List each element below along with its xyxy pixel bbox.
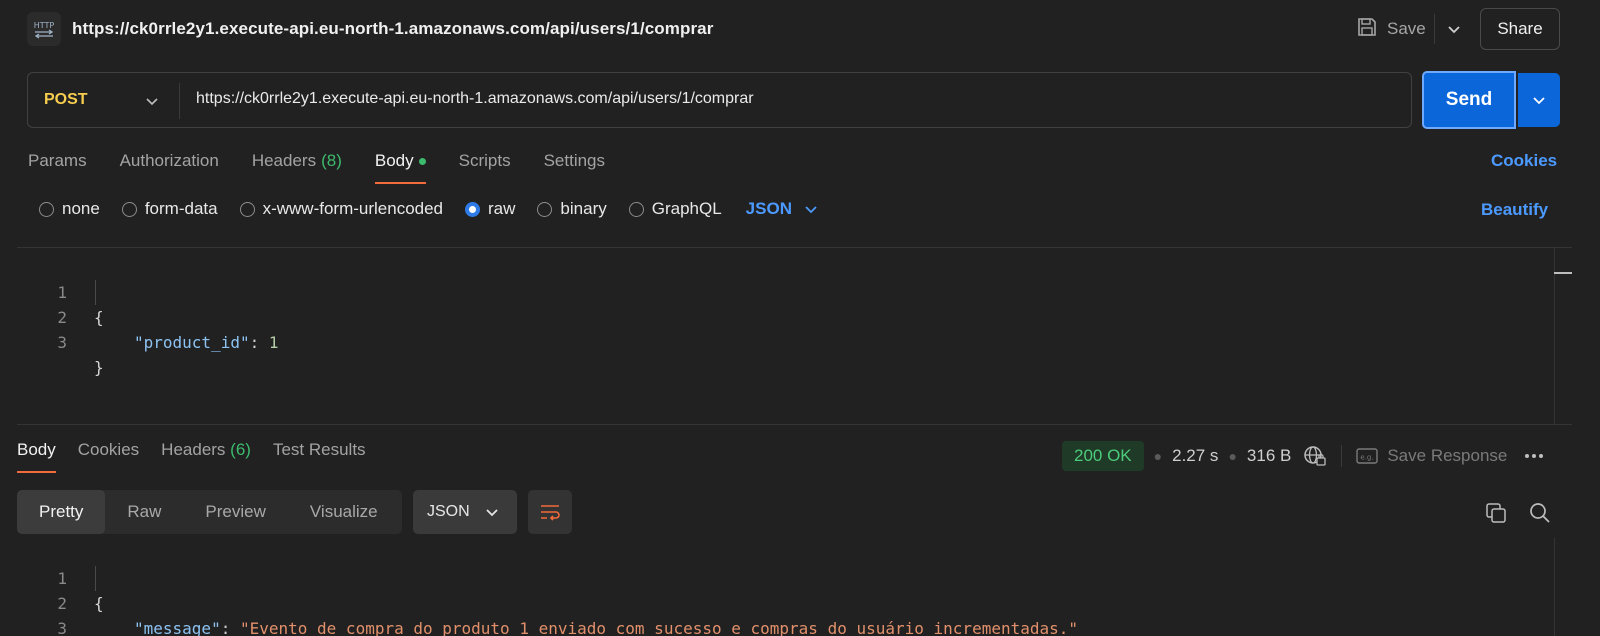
radio-form-data[interactable]: form-data [121,199,218,219]
wrap-lines-button[interactable] [528,490,572,534]
svg-text:HTTP: HTTP [34,21,55,30]
wrap-icon [541,505,560,521]
radio-circle [39,201,54,217]
view-visualize[interactable]: Visualize [288,490,400,534]
url-input[interactable] [196,90,1396,108]
save-response-button[interactable]: e.g. Save Response [1356,446,1507,466]
tab-response-body[interactable]: Body [17,440,56,473]
tab-test-results[interactable]: Test Results [273,440,366,470]
network-globe-icon[interactable] [1303,445,1327,467]
response-status: 200 OK ● 2.27 s ● 316 B e.g. Save Respon… [1062,441,1544,471]
headers-count: (8) [321,151,342,170]
url-bar: POST [27,72,1412,128]
radio-circle-checked [465,201,481,217]
save-label: Save [1387,19,1426,38]
view-preview[interactable]: Preview [183,490,287,534]
response-size[interactable]: 316 B [1247,446,1291,466]
send-options-button[interactable] [1518,73,1560,127]
save-options-button[interactable] [1437,12,1471,46]
chevron-down-icon [486,509,498,517]
tab-params[interactable]: Params [28,150,87,182]
http-icon: HTTP [27,12,61,46]
example-icon: e.g. [1356,448,1379,464]
search-icon[interactable] [1526,499,1554,527]
indent-guide [95,566,96,591]
response-scrollbar[interactable] [1554,538,1572,636]
request-body-editor[interactable]: 1 { 2 "product_id": 1 3 } [17,247,1572,425]
chevron-down-icon [805,206,817,214]
radio-circle [537,201,553,217]
tab-authorization[interactable]: Authorization [120,150,219,182]
send-button[interactable]: Send [1422,71,1516,129]
code-line: 2 "product_id": 1 [57,308,279,352]
tab-body[interactable]: Body [374,150,426,184]
radio-graphql[interactable]: GraphQL [628,199,722,219]
radio-raw[interactable]: raw [465,199,515,219]
code-line: 3 } [57,619,67,636]
response-body-viewer[interactable]: 1 { 2 "message": "Evento de compra do pr… [17,538,1572,636]
code-line: 1 { [57,569,104,613]
response-format-select[interactable]: JSON [413,490,517,534]
copy-icon[interactable] [1482,499,1510,527]
code-line: 3 } [57,333,104,377]
response-view-tabs: Pretty Raw Preview Visualize [17,490,402,534]
request-title[interactable]: https://ck0rrle2y1.execute-api.eu-north-… [72,19,713,39]
scroll-thumb[interactable] [1554,272,1572,274]
radio-urlencoded[interactable]: x-www-form-urlencoded [239,199,443,219]
status-divider [1341,445,1343,467]
body-type-selector: none form-data x-www-form-urlencoded raw… [39,199,818,219]
svg-text:e.g.: e.g. [1361,454,1374,462]
radio-circle [628,201,644,217]
save-divider [1434,14,1435,44]
tab-response-cookies[interactable]: Cookies [78,440,139,470]
request-tabs: Params Authorization Headers (8) Body Sc… [28,150,605,184]
code-line: 2 "message": "Evento de compra do produt… [57,594,1079,636]
tab-headers[interactable]: Headers (8) [252,150,342,182]
tab-scripts[interactable]: Scripts [459,150,511,182]
tab-settings[interactable]: Settings [544,150,605,182]
chevron-down-icon[interactable] [140,89,164,113]
view-pretty[interactable]: Pretty [17,490,106,534]
response-tabs: Body Cookies Headers (6) Test Results [17,440,366,473]
response-time[interactable]: 2.27 s [1172,446,1218,466]
radio-circle [239,201,255,217]
tab-response-headers[interactable]: Headers (6) [161,440,251,470]
radio-none[interactable]: none [39,199,100,219]
radio-circle [121,201,137,217]
method-select[interactable]: POST [44,91,88,109]
body-language-select[interactable]: JSON [746,199,818,219]
editor-scrollbar[interactable] [1554,248,1572,424]
share-button[interactable]: Share [1480,8,1560,50]
url-divider [179,83,180,119]
view-raw[interactable]: Raw [105,490,183,534]
cookies-link[interactable]: Cookies [1491,151,1557,171]
save-button[interactable]: Save [1356,12,1426,46]
chevron-down-icon [1448,26,1460,34]
beautify-button[interactable]: Beautify [1481,200,1548,220]
status-badge[interactable]: 200 OK [1062,441,1144,471]
radio-binary[interactable]: binary [537,199,607,219]
more-options-icon[interactable] [1525,454,1544,458]
code-line: 1 { [57,283,104,327]
chevron-down-icon [1533,97,1545,105]
body-modified-dot [418,157,426,165]
save-icon [1356,16,1378,43]
indent-guide [95,280,96,305]
title-bar: HTTP https://ck0rrle2y1.execute-api.eu-n… [0,0,1600,58]
